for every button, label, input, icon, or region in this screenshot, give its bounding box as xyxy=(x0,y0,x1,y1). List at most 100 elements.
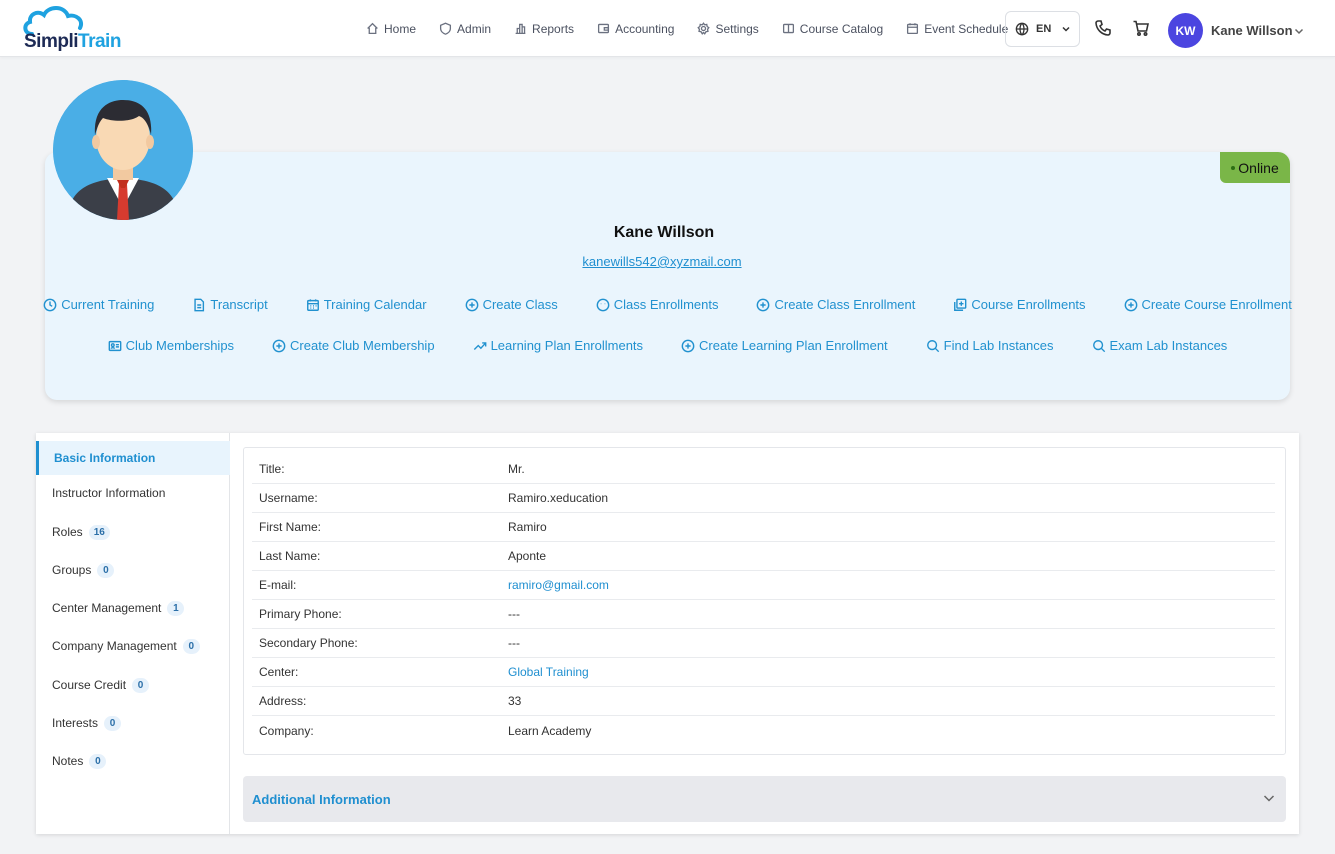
sidebar-item-company-management[interactable]: Company Management 0 xyxy=(36,629,230,663)
globe-icon xyxy=(1015,22,1029,36)
count-badge: 1 xyxy=(167,600,185,616)
plus-circle-icon xyxy=(272,339,286,352)
action-club-memberships[interactable]: Club Memberships xyxy=(108,338,234,353)
action-create-class[interactable]: Create Class xyxy=(465,297,558,312)
nav-admin[interactable]: Admin xyxy=(439,22,491,36)
action-create-learning-plan-enrollment[interactable]: Create Learning Plan Enrollment xyxy=(681,338,888,353)
action-course-enrollments[interactable]: Course Enrollments xyxy=(953,297,1086,312)
action-label: Create Club Membership xyxy=(290,338,435,353)
user-menu-name[interactable]: Kane Willson xyxy=(1211,23,1293,38)
info-row-center: Center: Global Training xyxy=(252,658,1275,687)
count-badge: 0 xyxy=(132,677,150,693)
sidebar-item-interests[interactable]: Interests 0 xyxy=(36,706,230,740)
info-value: --- xyxy=(508,636,520,650)
sidebar-item-basic-information[interactable]: Basic Information xyxy=(36,441,230,475)
info-label: Last Name: xyxy=(259,549,321,563)
id-card-icon xyxy=(108,340,122,351)
action-create-class-enrollment[interactable]: Create Class Enrollment xyxy=(756,297,915,312)
simplitrain-logo[interactable]: SimpliTrain xyxy=(20,4,130,52)
nav-home[interactable]: Home xyxy=(366,22,416,36)
info-label: Address: xyxy=(259,694,307,708)
chevron-down-icon[interactable] xyxy=(1293,25,1305,37)
info-row-title: Title: Mr. xyxy=(252,455,1275,484)
phone-button[interactable] xyxy=(1094,19,1112,37)
count-badge: 0 xyxy=(97,562,115,578)
plus-circle-icon xyxy=(1124,298,1137,311)
search-icon xyxy=(1092,339,1105,352)
action-label: Create Class xyxy=(482,297,558,312)
sidebar-item-instructor-information[interactable]: Instructor Information xyxy=(36,476,230,510)
nav-reports[interactable]: Reports xyxy=(514,22,574,36)
chevron-down-icon xyxy=(1062,26,1070,32)
shield-icon xyxy=(439,22,452,35)
action-label: Create Course Enrollment xyxy=(1141,297,1292,312)
profile-actions-row-2: Club Memberships Create Club Membership … xyxy=(45,338,1290,353)
action-create-course-enrollment[interactable]: Create Course Enrollment xyxy=(1124,297,1292,312)
info-label: Primary Phone: xyxy=(259,607,342,621)
action-class-enrollments[interactable]: Class Enrollments xyxy=(596,297,718,312)
calendar-icon xyxy=(306,298,319,311)
action-create-club-membership[interactable]: Create Club Membership xyxy=(272,338,435,353)
action-label: Current Training xyxy=(61,297,155,312)
action-label: Create Learning Plan Enrollment xyxy=(699,338,888,353)
chevron-down-icon xyxy=(1263,795,1275,802)
sidebar-item-center-management[interactable]: Center Management 1 xyxy=(36,591,230,625)
sidebar-item-groups[interactable]: Groups 0 xyxy=(36,553,230,587)
action-label: Exam Lab Instances xyxy=(1109,338,1228,353)
home-icon xyxy=(367,22,378,35)
info-label: First Name: xyxy=(259,520,322,534)
action-transcript[interactable]: Transcript xyxy=(192,297,268,312)
info-value: Aponte xyxy=(508,549,547,563)
logo-text-prefix: Simpli xyxy=(24,31,79,52)
calendar-icon xyxy=(907,23,919,35)
info-label: Title: xyxy=(259,462,285,476)
count-badge: 16 xyxy=(88,524,110,540)
additional-information-accordion[interactable]: Additional Information xyxy=(243,776,1286,822)
language-selector[interactable]: EN xyxy=(1005,11,1080,47)
nav-event-schedule[interactable]: Event Schedule xyxy=(906,22,1008,36)
sidebar-item-notes[interactable]: Notes 0 xyxy=(36,744,230,778)
main-nav: Home Admin Reports Accounting Settings C… xyxy=(366,0,1031,57)
action-current-training[interactable]: Current Training xyxy=(43,297,154,312)
info-label: E-mail: xyxy=(259,578,297,592)
trending-up-icon xyxy=(473,341,486,350)
sidebar-item-roles[interactable]: Roles 16 xyxy=(36,515,230,549)
profile-avatar xyxy=(53,80,193,220)
top-navbar: SimpliTrain Home Admin Reports Accountin… xyxy=(0,0,1335,57)
phone-icon xyxy=(1095,20,1111,36)
info-label: Secondary Phone: xyxy=(259,636,358,650)
nav-settings-label: Settings xyxy=(715,21,759,36)
nav-accounting[interactable]: Accounting xyxy=(597,22,674,36)
email-link[interactable]: ramiro@gmail.com xyxy=(508,578,609,592)
copy-plus-icon xyxy=(954,298,967,311)
profile-email-link[interactable]: kanewills542@xyzmail.com xyxy=(560,254,764,269)
profile-card xyxy=(45,152,1290,400)
action-label: Create Class Enrollment xyxy=(774,297,916,312)
center-link[interactable]: Global Training xyxy=(508,665,589,679)
cart-button[interactable] xyxy=(1132,19,1150,37)
sidebar-item-label: Company Management xyxy=(52,639,177,653)
smiley-icon xyxy=(596,298,610,311)
nav-course-catalog[interactable]: Course Catalog xyxy=(782,22,883,36)
action-label: Course Enrollments xyxy=(971,297,1086,312)
clock-icon xyxy=(43,298,57,311)
sidebar-item-course-credit[interactable]: Course Credit 0 xyxy=(36,668,230,702)
user-avatar[interactable]: KW xyxy=(1168,13,1203,48)
info-row-address: Address: 33 xyxy=(252,687,1275,716)
person-avatar-icon xyxy=(53,80,193,220)
nav-settings[interactable]: Settings xyxy=(697,21,759,36)
action-learning-plan-enrollments[interactable]: Learning Plan Enrollments xyxy=(473,338,643,353)
cart-icon xyxy=(1133,20,1149,37)
sidebar-item-label: Roles xyxy=(52,525,83,539)
nav-home-label: Home xyxy=(384,21,417,36)
sidebar-item-label: Center Management xyxy=(52,601,162,615)
info-value: Ramiro.xeducation xyxy=(508,491,609,505)
action-find-lab-instances[interactable]: Find Lab Instances xyxy=(926,338,1054,353)
nav-course-catalog-label: Course Catalog xyxy=(799,21,884,36)
action-label: Club Memberships xyxy=(125,338,235,353)
nav-accounting-label: Accounting xyxy=(615,21,675,36)
count-badge: 0 xyxy=(104,715,122,731)
nav-reports-label: Reports xyxy=(532,21,575,36)
action-exam-lab-instances[interactable]: Exam Lab Instances xyxy=(1092,338,1228,353)
action-training-calendar[interactable]: Training Calendar xyxy=(306,297,427,312)
